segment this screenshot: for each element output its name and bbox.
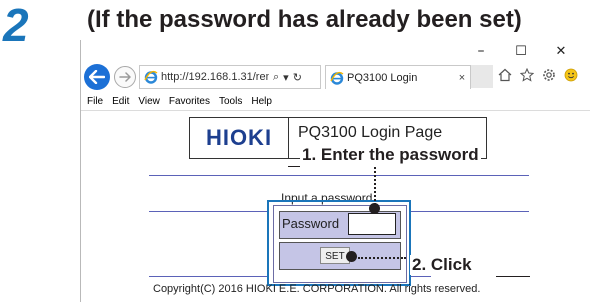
divider [149,211,269,212]
login-page: HIOKI PQ3100 Login Page Input a password… [81,111,590,302]
refresh-icon[interactable]: ↻ [293,71,302,84]
form-highlight [267,200,411,286]
search-icon[interactable]: ⌕ [273,71,279,84]
tab-pq3100-login[interactable]: PQ3100 Login × [325,65,471,89]
callout-marker [346,251,357,262]
step-number: 2 [3,0,29,51]
callout-leader [496,276,530,277]
smiley-icon[interactable] [563,67,579,83]
browser-window: – ☐ ✕ http://192.168.1.31/remo ⌕ ▾ ↻ PQ3… [80,40,590,302]
forward-arrow-icon [119,72,131,82]
menu-favorites[interactable]: Favorites [165,96,215,107]
star-icon[interactable] [519,67,535,83]
menu-view[interactable]: View [134,96,165,107]
menu-edit[interactable]: Edit [108,96,134,107]
address-tools: ⌕ ▾ ↻ [273,71,302,84]
gear-icon[interactable] [541,67,557,83]
callout-leader [358,257,406,259]
back-button[interactable] [84,64,110,90]
callout-enter-password: 1. Enter the password [300,145,481,165]
divider [149,276,269,277]
callout-marker [369,203,380,214]
forward-button[interactable] [114,66,136,88]
tab-label: PQ3100 Login [347,71,418,84]
menu-file[interactable]: File [81,96,108,107]
tab-close-icon[interactable]: × [454,72,470,84]
chevron-down-icon[interactable]: ▾ [283,71,289,84]
callout-leader [374,167,376,205]
menu-tools[interactable]: Tools [215,96,247,107]
page-title: PQ3100 Login Page [298,124,443,141]
maximize-button[interactable]: ☐ [501,40,541,62]
address-bar[interactable]: http://192.168.1.31/remo ⌕ ▾ ↻ [139,65,321,89]
navigation-bar: http://192.168.1.31/remo ⌕ ▾ ↻ PQ3100 Lo… [81,62,590,92]
close-window-button[interactable]: ✕ [541,40,581,62]
new-tab-button[interactable] [471,65,493,88]
back-arrow-icon [89,70,105,84]
callout-leader [288,166,300,167]
step-heading: (If the password has already been set) [87,6,522,33]
divider [411,211,529,212]
divider [149,175,529,176]
callout-click: 2. Click [410,255,474,275]
toolbar-icons [497,67,579,83]
copyright-text: Copyright(C) 2016 HIOKI E.E. CORPORATION… [153,283,481,295]
divider [411,276,431,277]
hioki-logo: HIOKI [190,118,289,158]
minimize-button[interactable]: – [461,40,501,62]
home-icon[interactable] [497,67,513,83]
menu-help[interactable]: Help [247,96,277,107]
address-text: http://192.168.1.31/remo [161,71,269,83]
menu-bar: File Edit View Favorites Tools Help [81,92,590,111]
window-controls: – ☐ ✕ [461,40,581,62]
tab-ie-logo-icon [330,71,344,85]
ie-logo-icon [144,70,158,84]
